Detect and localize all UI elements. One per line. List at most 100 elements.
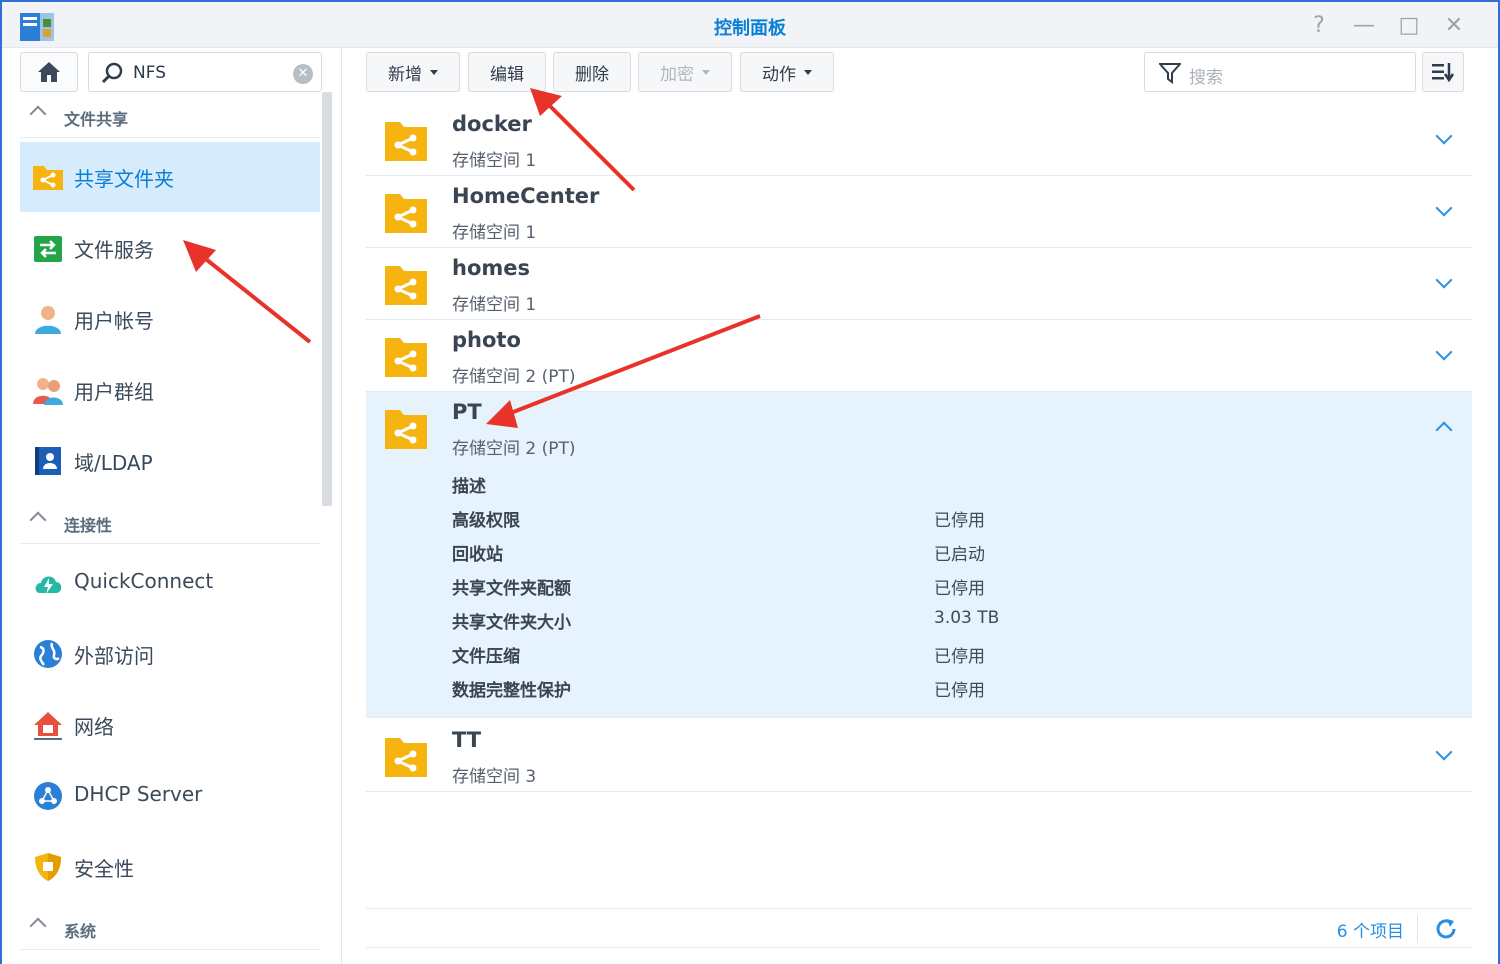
detail-value: 已停用 [934,579,985,599]
delete-button[interactable]: 删除 [553,52,631,92]
caret-down-icon [702,69,710,75]
section-label: 系统 [64,922,97,941]
network-icon [34,712,62,740]
sidebar-item-security[interactable]: 安全性 [20,832,320,902]
folder-row-homecenter[interactable]: HomeCenter 存储空间 1 [366,176,1472,248]
sort-button[interactable] [1422,52,1464,92]
detail-key: 共享文件夹大小 [452,613,571,633]
sidebar-search-input[interactable]: NFS ✕ [88,52,322,92]
encrypt-button-label: 加密 [660,64,694,85]
folder-row-tt[interactable]: TT 存储空间 3 [366,720,1472,792]
window-title: 控制面板 [714,18,786,39]
chevron-up-icon [29,105,47,123]
encrypt-button[interactable]: 加密 [638,52,732,92]
caret-down-icon [804,69,812,75]
edit-button[interactable]: 编辑 [468,52,546,92]
clear-search-icon[interactable]: ✕ [293,64,313,84]
maximize-icon[interactable]: □ [1394,12,1424,40]
dhcp-server-icon [34,782,62,810]
chevron-up-icon[interactable] [1435,421,1453,439]
chevron-down-icon[interactable] [1435,127,1453,145]
external-access-icon [34,640,62,668]
sidebar-item-label: 外部访问 [74,644,154,668]
section-label: 连接性 [64,516,113,535]
sidebar-item-label: QuickConnect [74,569,214,593]
detail-key: 回收站 [452,545,503,565]
sidebar-item-ldap[interactable]: 域/LDAP [20,426,320,496]
caret-down-icon [430,69,438,75]
detail-value: 已停用 [934,681,985,701]
sidebar-item-dhcp-server[interactable]: DHCP Server [20,761,320,831]
home-button[interactable] [20,52,78,92]
sidebar-item-label: 文件服务 [74,238,154,262]
action-button[interactable]: 动作 [740,52,834,92]
sidebar-item-user-account[interactable]: 用户帐号 [20,284,320,354]
sidebar-item-label: 网络 [74,715,114,739]
folder-name: homes [452,256,531,280]
help-icon[interactable]: ? [1304,12,1334,40]
folder-row-pt[interactable]: PT 存储空间 2 (PT) 描述 高级权限 已停用 回收站 已启动 共享文件夹… [366,392,1472,718]
sidebar-item-label: 安全性 [74,857,134,881]
control-panel-window: 控制面板 ? — □ ✕ NFS ✕ 文件共享 共享文件夹 文件服务 用户帐号 … [2,2,1498,964]
sidebar-item-label: 用户群组 [74,380,154,404]
create-button-label: 新增 [388,64,422,85]
filter-placeholder: 搜索 [1189,68,1223,88]
detail-value: 已启动 [934,545,985,565]
sidebar-item-network[interactable]: 网络 [20,690,320,760]
sidebar-item-label: 用户帐号 [74,309,154,333]
shield-icon [35,853,61,881]
sidebar-item-external-access[interactable]: 外部访问 [20,619,320,689]
folder-row-docker[interactable]: docker 存储空间 1 [366,104,1472,176]
chevron-down-icon[interactable] [1435,271,1453,289]
sidebar-item-label: 共享文件夹 [74,167,174,191]
detail-value: 3.03 TB [934,608,1000,628]
sidebar-item-user-group[interactable]: 用户群组 [20,355,320,425]
folder-row-photo[interactable]: photo 存储空间 2 (PT) [366,320,1472,392]
section-label: 文件共享 [64,110,129,129]
folder-volume: 存储空间 2 (PT) [452,439,576,459]
folder-volume: 存储空间 2 (PT) [452,367,576,387]
user-account-icon [35,306,61,334]
chevron-down-icon[interactable] [1435,343,1453,361]
search-value: NFS [133,63,166,83]
sidebar-item-quickconnect[interactable]: QuickConnect [20,548,320,618]
folder-name: HomeCenter [452,184,600,208]
shared-folder-icon [33,166,63,190]
shared-folder-icon [384,408,428,450]
filter-search-input[interactable]: 搜索 [1144,52,1416,92]
delete-button-label: 删除 [575,64,609,85]
section-connectivity[interactable]: 连接性 [20,502,320,544]
footer-divider [1417,915,1418,943]
detail-key: 共享文件夹配额 [452,579,571,599]
shared-folder-icon [384,192,428,234]
sidebar-scrollbar[interactable] [322,92,332,506]
sidebar-item-shared-folder[interactable]: 共享文件夹 [20,142,320,212]
sidebar-item-file-services[interactable]: 文件服务 [20,213,320,283]
sidebar-item-label: DHCP Server [74,782,203,806]
chevron-down-icon[interactable] [1435,199,1453,217]
shared-folder-icon [384,336,428,378]
folder-name: PT [452,400,482,424]
shared-folder-icon [384,264,428,306]
list-footer: 6 个项目 [366,908,1472,948]
chevron-down-icon[interactable] [1435,743,1453,761]
item-count: 6 个项目 [1336,922,1404,942]
detail-value: 已停用 [934,511,985,531]
create-button[interactable]: 新增 [366,52,460,92]
folder-row-homes[interactable]: homes 存储空间 1 [366,248,1472,320]
edit-button-label: 编辑 [490,64,524,85]
folder-name: TT [452,728,482,752]
section-system[interactable]: 系统 [20,908,320,950]
chevron-up-icon [29,511,47,529]
close-icon[interactable]: ✕ [1439,12,1469,40]
folder-volume: 存储空间 1 [452,151,537,171]
title-bar: 控制面板 ? — □ ✕ [2,2,1498,48]
sidebar: NFS ✕ 文件共享 共享文件夹 文件服务 用户帐号 用户群组 域/LDAP 连… [2,48,342,964]
refresh-icon[interactable] [1434,917,1458,941]
sort-icon [1432,63,1455,83]
minimize-icon[interactable]: — [1349,12,1379,40]
chevron-up-icon [29,917,47,935]
folder-name: photo [452,328,521,352]
section-file-sharing[interactable]: 文件共享 [20,96,320,138]
quickconnect-icon [35,576,62,594]
